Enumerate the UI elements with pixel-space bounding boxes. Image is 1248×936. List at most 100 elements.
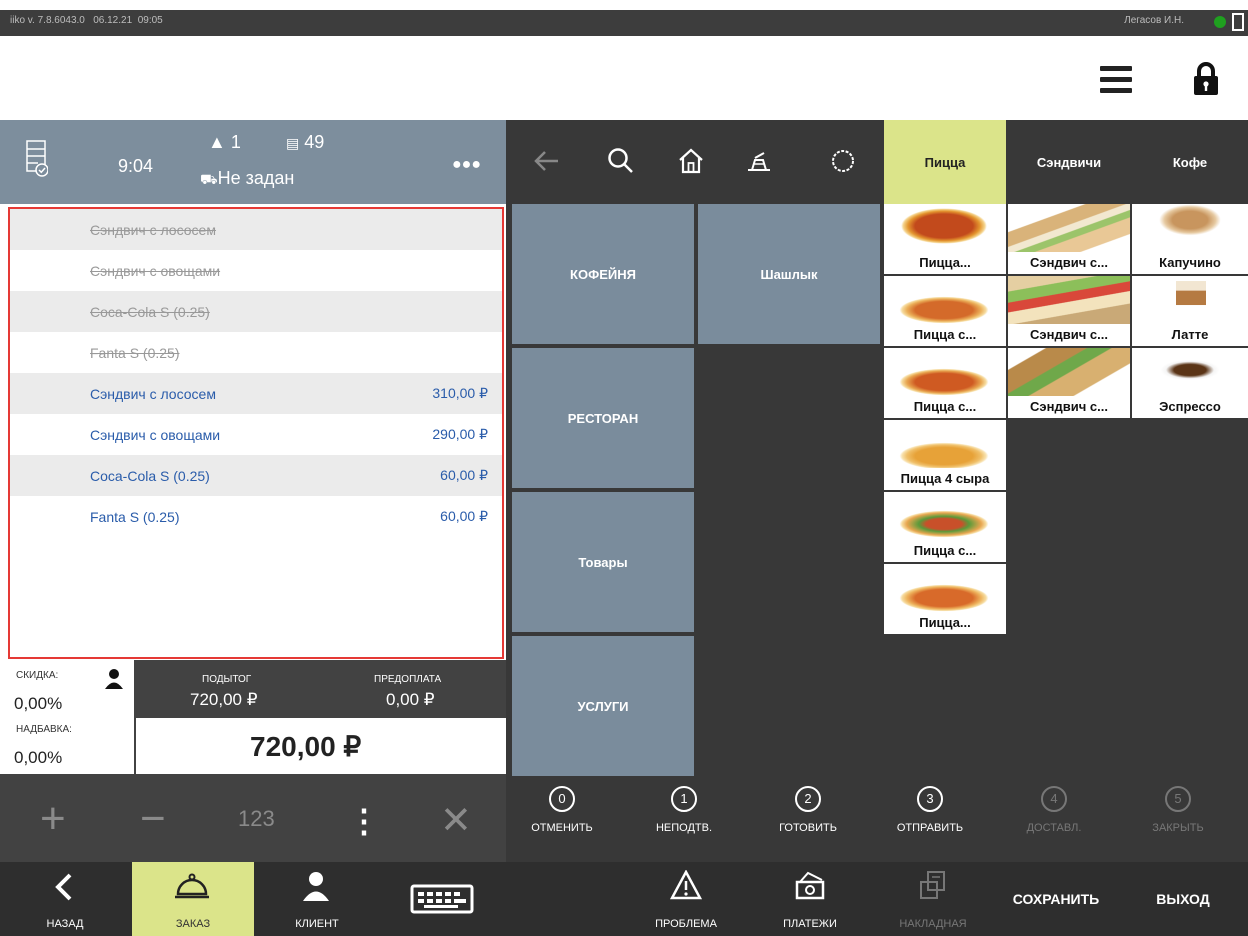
order-item-row[interactable]: Coca-Cola S (0.25) 60,00 ₽ [10,455,502,496]
tab-sandwiches[interactable]: Сэндвичи [1008,120,1130,204]
order-item-row[interactable]: Сэндвич с лососем 310,00 ₽ [10,373,502,414]
receipt-icon: ▤ [286,135,300,151]
screen-icon[interactable] [1232,13,1244,31]
settings-circle-icon[interactable] [828,146,858,176]
more-button[interactable]: ⋮ [348,802,380,840]
printer-icon [918,870,948,905]
keyboard-button[interactable] [380,862,504,936]
menu-icon[interactable] [1100,66,1132,94]
nav-label: КЛИЕНТ [295,918,339,930]
tab-pizza[interactable]: Пицца [884,120,1006,204]
product-pizza-2[interactable]: Пицца с... [884,276,1006,346]
order-item-row[interactable]: Fanta S (0.25) [10,332,502,373]
client-tab[interactable]: КЛИЕНТ [256,862,378,936]
order-checklist-icon[interactable] [26,140,49,183]
step-number-circle: 2 [795,786,821,812]
truck-icon: ⛟ [200,171,218,187]
home-icon[interactable] [676,146,706,176]
warning-icon [669,869,703,905]
lock-icon[interactable] [1192,62,1220,96]
order-total: 720,00 ₽ [250,731,362,762]
step-send[interactable]: 3 ОТПРАВИТЬ [870,786,990,834]
order-item-row[interactable]: Сэндвич с овощами [10,250,502,291]
pizza-image [884,564,1006,612]
group-restaurant[interactable]: РЕСТОРАН [512,348,694,488]
guest-icon: ▲ [208,132,226,152]
discount-panel[interactable]: СКИДКА: 0,00% НАДБАВКА: 0,00% [0,660,134,774]
discount-user-icon [104,668,124,695]
sandwich-image [1008,276,1130,324]
group-coffee-shop[interactable]: КОФЕЙНЯ [512,204,694,344]
back-button[interactable]: НАЗАД [0,862,130,936]
user-icon [300,870,332,907]
delivery-field[interactable]: ⛟Не задан [200,168,294,190]
item-actions-bar: + − 123 ⋮ ✕ [0,774,506,862]
discount-value: 0,00% [14,694,63,713]
back-arrow-icon[interactable] [532,146,562,176]
quantity-button[interactable]: 123 [238,806,275,832]
search-icon[interactable] [606,146,636,176]
step-number-circle: 3 [917,786,943,812]
step-label: ОТПРАВИТЬ [896,822,964,834]
tab-coffee[interactable]: Кофе [1132,120,1248,204]
problem-button[interactable]: ПРОБЛЕМА [624,862,748,936]
order-item-row[interactable]: Сэндвич с овощами 290,00 ₽ [10,414,502,455]
sandwich-image [1008,348,1130,396]
total-panel: 720,00 ₽ [136,718,506,774]
coffee-image [1132,276,1248,324]
product-sandwich-3[interactable]: Сэндвич с... [1008,348,1130,418]
order-item-name: Сэндвич с овощами [90,426,221,443]
kitchen-scale-icon[interactable] [744,146,774,176]
step-cancel[interactable]: 0 ОТМЕНИТЬ [502,786,622,834]
increase-button[interactable]: + [40,794,66,844]
order-item-name: Сэндвич с лососем [90,385,216,402]
product-coffee-1[interactable]: Капучино [1132,204,1248,274]
group-goods[interactable]: Товары [512,492,694,632]
invoice-button: НАКЛАДНАЯ [872,862,994,936]
product-pizza-3[interactable]: Пицца с... [884,348,1006,418]
product-sandwich-1[interactable]: Сэндвич с... [1008,204,1130,274]
step-cook[interactable]: 2 ГОТОВИТЬ [748,786,868,834]
product-pizza-1[interactable]: Пицца... [884,204,1006,274]
order-item-row[interactable]: Coca-Cola S (0.25) [10,291,502,332]
discount-label: СКИДКА: [16,670,59,681]
product-coffee-3[interactable]: Эспрессо [1132,348,1248,418]
online-indicator [1214,16,1226,28]
keyboard-icon [410,884,474,919]
nav-label: НАКЛАДНАЯ [899,918,967,930]
product-coffee-2[interactable]: Латте [1132,276,1248,346]
product-pizza-4[interactable]: Пицца 4 сыра [884,420,1006,490]
prepay-value: 0,00 ₽ [386,690,435,709]
group-shashlik[interactable]: Шашлык [698,204,880,344]
remove-button[interactable]: ✕ [440,798,472,843]
order-item-row[interactable]: Сэндвич с лососем [10,209,502,250]
save-button[interactable]: СОХРАНИТЬ [994,862,1118,936]
order-item-name: Coca-Cola S (0.25) [90,303,210,320]
nav-label: НАЗАД [46,918,84,930]
order-header: 9:04 ▲ 1 ▤ 49 ⛟Не задан ●●● [0,120,506,204]
product-label: Сэндвич с... [1030,327,1108,342]
product-pizza-5[interactable]: Пицца с... [884,492,1006,562]
cash-register-icon [794,870,826,905]
step-number-circle: 1 [671,786,697,812]
order-item-name: Fanta S (0.25) [90,344,180,361]
order-tab[interactable]: ЗАКАЗ [132,862,254,936]
order-item-row[interactable]: Fanta S (0.25) 60,00 ₽ [10,496,502,537]
product-label: Капучино [1159,255,1221,270]
payments-button[interactable]: ПЛАТЕЖИ [748,862,872,936]
group-services[interactable]: УСЛУГИ [512,636,694,776]
current-user: Легасов И.Н. [1124,15,1184,26]
guests-icon[interactable]: ●●● [452,156,481,174]
surcharge-label: НАДБАВКА: [16,724,72,735]
order-item-name: Сэндвич с лососем [90,221,216,238]
order-item-price: 60,00 ₽ [440,508,488,524]
cloche-icon [172,870,212,907]
product-pizza-6[interactable]: Пицца... [884,564,1006,634]
product-label: Пицца... [919,615,971,630]
guests-count[interactable]: ▲ 1 [208,132,241,153]
exit-button[interactable]: ВЫХОД [1118,862,1248,936]
coffee-image [1132,348,1248,396]
decrease-button[interactable]: − [140,794,166,844]
step-unconfirmed[interactable]: 1 НЕПОДТВ. [624,786,744,834]
product-sandwich-2[interactable]: Сэндвич с... [1008,276,1130,346]
